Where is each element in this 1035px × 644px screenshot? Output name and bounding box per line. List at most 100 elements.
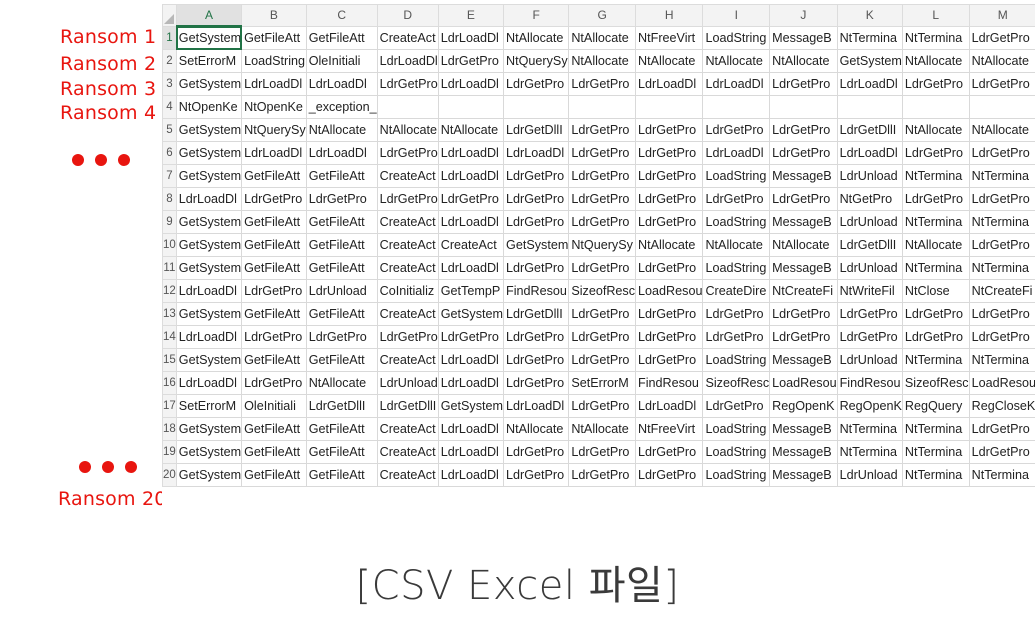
table-cell[interactable]: LdrGetPro (635, 141, 704, 165)
row-header[interactable]: 10 (162, 233, 177, 257)
table-cell[interactable]: GetSystem (437, 302, 505, 326)
row-header[interactable]: 6 (162, 141, 177, 165)
table-cell[interactable]: NtClose (901, 279, 970, 303)
table-cell[interactable]: NtAllocate (503, 417, 570, 441)
table-cell[interactable]: LdrGetPro (968, 440, 1035, 464)
table-cell[interactable]: LdrGetPro (503, 210, 570, 234)
row-header[interactable]: 14 (162, 325, 177, 349)
table-cell[interactable] (503, 95, 570, 119)
table-cell[interactable]: LdrGetPro (769, 325, 838, 349)
table-cell[interactable]: LdrGetPro (376, 187, 439, 211)
table-cell[interactable]: NtTermina (901, 348, 970, 372)
table-cell[interactable]: GetSystem (175, 348, 243, 372)
table-cell[interactable]: LdrGetPro (836, 325, 903, 349)
table-cell[interactable]: LdrGetPro (241, 325, 307, 349)
column-header-b[interactable]: B (241, 4, 307, 27)
table-cell[interactable]: LdrLoadDl (241, 141, 307, 165)
table-cell[interactable]: LdrLoadDl (376, 49, 439, 73)
table-cell[interactable]: LoadString (702, 417, 771, 441)
table-cell[interactable]: LoadString (702, 256, 771, 280)
table-cell[interactable] (635, 95, 704, 119)
table-cell[interactable]: LdrGetPro (503, 164, 570, 188)
table-cell[interactable]: LdrLoadDl (241, 72, 307, 96)
table-cell[interactable]: GetFileAtt (305, 25, 378, 50)
table-cell[interactable]: SetErrorM (175, 49, 243, 73)
table-cell[interactable]: NtTermina (968, 164, 1035, 188)
table-cell[interactable]: GetFileAtt (305, 348, 378, 372)
table-cell[interactable]: LdrGetDllI (305, 394, 378, 418)
table-cell[interactable]: GetSystem (437, 394, 505, 418)
table-cell[interactable]: LdrGetPro (568, 210, 637, 234)
table-cell[interactable]: LdrGetPro (901, 325, 970, 349)
table-cell[interactable]: NtTermina (901, 417, 970, 441)
table-cell[interactable]: GetSystem (175, 72, 243, 96)
table-cell[interactable]: GetSystem (175, 25, 243, 50)
table-cell[interactable]: LdrGetPro (702, 325, 771, 349)
row-header[interactable]: 5 (162, 118, 177, 142)
table-cell[interactable]: SizeofResc (568, 279, 637, 303)
table-cell[interactable]: LdrGetPro (901, 187, 970, 211)
table-cell[interactable]: NtAllocate (437, 118, 505, 142)
table-cell[interactable]: LdrGetPro (241, 187, 307, 211)
table-cell[interactable]: NtAllocate (635, 233, 704, 257)
table-cell[interactable]: LdrGetPro (901, 72, 970, 96)
table-cell[interactable]: LdrGetDllI (376, 394, 439, 418)
table-cell[interactable]: GetFileAtt (305, 210, 378, 234)
table-cell[interactable]: GetFileAtt (241, 440, 307, 464)
table-cell[interactable]: LdrGetPro (503, 463, 570, 487)
table-cell[interactable]: LdrGetDllI (836, 233, 903, 257)
table-cell[interactable]: LdrLoadDl (702, 72, 771, 96)
table-cell[interactable]: NtGetPro (836, 187, 903, 211)
table-cell[interactable]: SizeofResc (702, 371, 771, 395)
table-cell[interactable]: NtAllocate (376, 118, 439, 142)
table-cell[interactable]: LdrUnload (836, 164, 903, 188)
table-cell[interactable]: LdrGetPro (968, 302, 1035, 326)
table-cell[interactable]: LoadString (702, 25, 771, 50)
table-cell[interactable]: LdrGetPro (968, 187, 1035, 211)
table-cell[interactable]: CreateAct (437, 233, 505, 257)
row-header[interactable]: 7 (162, 164, 177, 188)
table-cell[interactable]: LdrLoadDl (836, 72, 903, 96)
table-cell[interactable]: SetErrorM (175, 394, 243, 418)
table-cell[interactable]: CreateAct (376, 256, 439, 280)
table-cell[interactable]: LdrLoadDl (635, 72, 704, 96)
table-cell[interactable]: MessageB (769, 256, 838, 280)
table-cell[interactable]: NtTermina (901, 25, 970, 50)
table-cell[interactable]: NtAllocate (769, 233, 838, 257)
table-cell[interactable]: CreateAct (376, 440, 439, 464)
table-cell[interactable]: _exception_ (305, 95, 378, 119)
table-cell[interactable]: GetSystem (175, 118, 243, 142)
table-cell[interactable]: LdrLoadDl (175, 371, 243, 395)
table-cell[interactable]: LdrGetPro (702, 118, 771, 142)
table-cell[interactable]: GetFileAtt (241, 417, 307, 441)
column-header-j[interactable]: J (769, 4, 838, 27)
table-cell[interactable]: GetFileAtt (305, 302, 378, 326)
table-cell[interactable]: GetFileAtt (305, 233, 378, 257)
table-cell[interactable]: LdrLoadDl (437, 164, 505, 188)
row-header[interactable]: 11 (162, 256, 177, 280)
table-cell[interactable]: LdrGetPro (702, 394, 771, 418)
row-header[interactable]: 15 (162, 348, 177, 372)
table-cell[interactable]: GetSystem (175, 164, 243, 188)
table-cell[interactable]: FindResou (635, 371, 704, 395)
table-cell[interactable]: NtTermina (968, 256, 1035, 280)
table-cell[interactable]: NtAllocate (702, 49, 771, 73)
table-cell[interactable]: LdrLoadDl (175, 187, 243, 211)
table-cell[interactable]: GetTempP (437, 279, 505, 303)
table-cell[interactable]: CreateAct (376, 463, 439, 487)
table-cell[interactable]: LdrGetPro (241, 371, 307, 395)
table-cell[interactable]: LdrGetPro (635, 348, 704, 372)
table-cell[interactable]: LdrGetPro (968, 417, 1035, 441)
table-cell[interactable]: NtAllocate (568, 49, 637, 73)
table-cell[interactable] (968, 95, 1035, 119)
table-cell[interactable]: CreateAct (376, 210, 439, 234)
column-header-h[interactable]: H (635, 4, 704, 27)
column-header-c[interactable]: C (305, 4, 378, 27)
table-cell[interactable]: MessageB (769, 348, 838, 372)
table-cell[interactable]: RegQuery (901, 394, 970, 418)
table-cell[interactable]: MessageB (769, 164, 838, 188)
table-cell[interactable]: RegCloseK (968, 394, 1035, 418)
table-cell[interactable]: CreateAct (376, 302, 439, 326)
table-cell[interactable] (901, 95, 970, 119)
table-cell[interactable]: LdrGetPro (503, 72, 570, 96)
